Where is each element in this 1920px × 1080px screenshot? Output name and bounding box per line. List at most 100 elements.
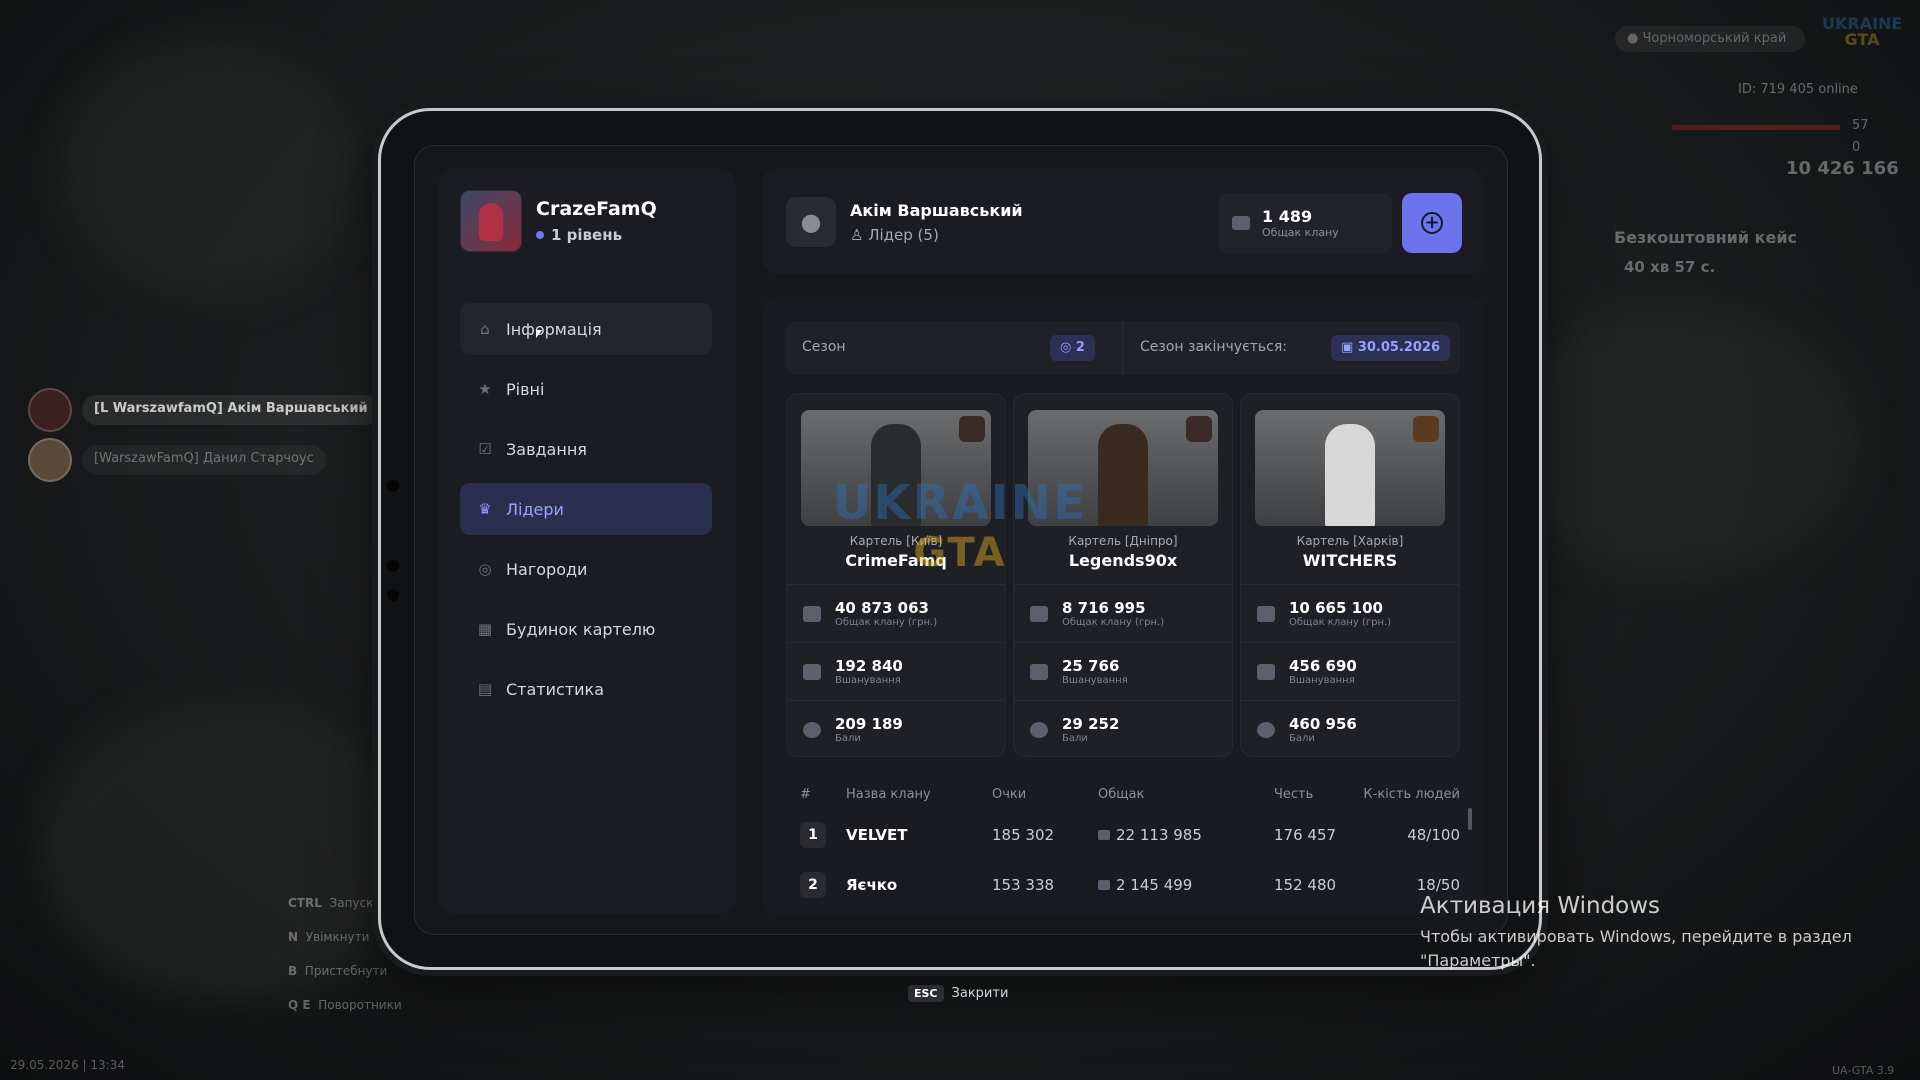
leader-stat-cash: 40 873 063 Общак клану (грн.) <box>803 599 937 628</box>
player-name-tag: [WarszawFamQ] Данил Старчоус <box>82 445 326 475</box>
trophy-icon <box>803 663 821 680</box>
points-icon <box>803 721 821 738</box>
leader-subtitle: Картель [Київ] <box>849 534 943 548</box>
table-scrollbar[interactable] <box>1468 808 1472 830</box>
leader-image <box>801 410 991 526</box>
table-row[interactable]: 2 Яєчко 153 338 2 145 499 152 480 18/50 <box>786 860 1460 910</box>
sidebar-menu: ⌂ Інформація ★ Рівні ☑ Завдання ♛ Лідери ◎ На… <box>460 303 712 723</box>
chat-player-row: [L WarszawfamQ] Акім Варшавський <box>28 388 380 432</box>
windows-activation-notice: Активация Windows Чтобы активировать Win… <box>1420 893 1852 973</box>
add-funds-button[interactable]: + <box>1402 193 1462 253</box>
leader-name: Legends90x <box>1068 551 1178 570</box>
home-icon: ⌂ <box>480 320 490 338</box>
health-value: 57 <box>1852 118 1869 133</box>
background-foliage <box>1500 300 1860 580</box>
character-figure <box>871 424 921 526</box>
column-header: К-кість людей <box>1363 786 1460 802</box>
leader-subtitle: Картель [Дніпро] <box>1068 534 1178 548</box>
star-icon: ★ <box>478 380 492 398</box>
cash-cell: 2 145 499 <box>1098 876 1274 894</box>
key-hint: Q E Поворотники <box>288 998 402 1012</box>
clan-name-cell: Яєчко <box>846 876 898 894</box>
free-case-timer: 40 хв 57 с. <box>1624 258 1716 276</box>
region-indicator: ● Чорноморський край <box>1615 26 1805 52</box>
table-row[interactable]: 1 VELVET 185 302 22 113 985 176 457 48/1… <box>786 810 1460 860</box>
clan-balance-value: 1 489 <box>1262 207 1313 226</box>
building-icon: ▦ <box>477 620 493 638</box>
activation-line: "Параметры". <box>1420 951 1536 970</box>
season-label: Сезон <box>802 339 846 355</box>
column-header: Честь <box>1274 786 1314 802</box>
sidebar-item-tasks[interactable]: ☑ Завдання <box>460 423 712 475</box>
divider <box>1014 642 1232 643</box>
points-cell: 153 338 <box>992 876 1055 894</box>
rank-badge: 2 <box>800 872 826 898</box>
leader-stat-honor: 456 690 Вшанування <box>1257 657 1357 686</box>
trophy-icon <box>1257 663 1275 680</box>
id-online-text: ID: 719 405 online <box>1738 82 1858 97</box>
clan-name-cell: VELVET <box>846 826 908 844</box>
cash-cell: 22 113 985 <box>1098 826 1274 844</box>
table-header: # Назва клану Очки Общак Честь К-кість л… <box>786 778 1460 810</box>
character-figure <box>1325 424 1375 526</box>
divider <box>787 700 1005 701</box>
character-figure <box>1098 424 1148 526</box>
background-foliage <box>60 40 360 300</box>
sidebar-item-levels[interactable]: ★ Рівні <box>460 363 712 415</box>
close-hint[interactable]: ESC Закрити <box>908 985 1008 1002</box>
tablet-button <box>387 480 399 492</box>
clan-avatar <box>460 190 522 252</box>
divider <box>1014 584 1232 585</box>
season-ends-label: Сезон закінчується: <box>1140 339 1288 355</box>
activation-title: Активация Windows <box>1420 893 1661 919</box>
free-case-title: Безкоштовний кейс <box>1614 228 1798 247</box>
plus-circle-icon: + <box>1421 212 1443 234</box>
leader-card[interactable]: Картель [Харків] WITCHERS 10 665 100 Обща… <box>1240 393 1460 757</box>
clan-name: CrazeFamQ <box>536 198 657 220</box>
divider <box>1122 321 1123 375</box>
divider <box>1241 584 1459 585</box>
avatar <box>28 388 72 432</box>
column-header: Назва клану <box>846 786 931 802</box>
sidebar-item-leaders[interactable]: ♛ Лідери <box>460 483 712 535</box>
clan-badge-icon <box>1413 416 1439 442</box>
divider <box>1014 700 1232 701</box>
tablet-button <box>387 589 399 601</box>
honor-cell: 152 480 <box>1274 876 1337 894</box>
clan-ranking-table: # Назва клану Очки Общак Честь К-кість л… <box>786 778 1460 910</box>
season-number-badge: ◎ 2 <box>1050 335 1095 361</box>
season-bar: Сезон ◎ 2 Сезон закінчується: ▣ 30.05.20… <box>786 321 1460 375</box>
divider <box>1241 642 1459 643</box>
rank-badge: 1 <box>800 822 826 848</box>
leader-card[interactable]: Картель [Дніпро] Legends90x 8 716 995 Общ… <box>1013 393 1233 757</box>
wallet-icon <box>1098 830 1110 840</box>
user-name: Акім Варшавський <box>850 200 1023 220</box>
close-label: Закрити <box>951 986 1009 1001</box>
medal-icon: ◎ <box>478 560 492 578</box>
sidebar-item-rewards[interactable]: ◎ Нагороди <box>460 543 712 595</box>
mouse-cursor-icon <box>536 330 542 338</box>
user-role: ♙ Лідер (5) <box>850 225 939 244</box>
column-header: Общак <box>1098 786 1145 802</box>
leader-name: WITCHERS <box>1302 551 1398 570</box>
clan-balance: 1 489 Общак клану <box>1218 193 1392 253</box>
honor-cell: 176 457 <box>1274 826 1337 844</box>
column-header: # <box>800 786 811 802</box>
points-cell: 185 302 <box>992 826 1055 844</box>
esc-key: ESC <box>908 985 944 1002</box>
leader-stat-cash: 10 665 100 Общак клану (грн.) <box>1257 599 1391 628</box>
clan-balance-label: Общак клану <box>1262 226 1339 239</box>
leader-card[interactable]: Картель [Київ] CrimeFamq 40 873 063 Общак… <box>786 393 1006 757</box>
user-info: ● Акім Варшавський ♙ Лідер (5) <box>786 197 1023 247</box>
leader-image <box>1028 410 1218 526</box>
divider <box>787 642 1005 643</box>
sidebar-item-cartel-house[interactable]: ▦ Будинок картелю <box>460 603 712 655</box>
datetime-text: 29.05.2026 | 13:34 <box>10 1058 125 1072</box>
points-icon <box>1030 721 1048 738</box>
sidebar-item-information[interactable]: ⌂ Інформація <box>460 303 712 355</box>
clan-level: 1 рівень <box>536 226 657 244</box>
server-logo: UKRAINE GTA <box>1822 14 1903 49</box>
version-text: UA-GTA 3.9 <box>1832 1064 1895 1077</box>
sidebar-item-statistics[interactable]: ▤ Статистика <box>460 663 712 715</box>
divider <box>1241 700 1459 701</box>
